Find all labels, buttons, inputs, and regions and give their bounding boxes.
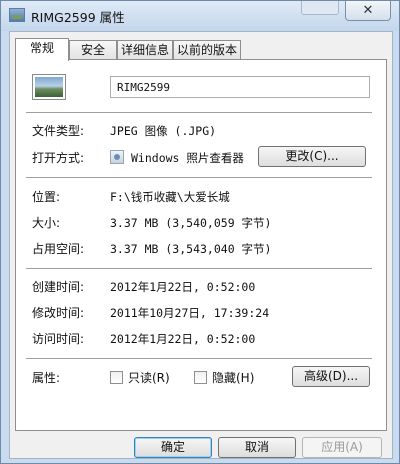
modified-value: 2011年10月27日, 17:39:24 bbox=[110, 306, 270, 320]
minimize-button[interactable] bbox=[301, 1, 339, 15]
accessed-label: 访问时间: bbox=[32, 332, 85, 346]
size-value: 3.37 MB (3,540,059 字节) bbox=[110, 216, 272, 230]
file-thumbnail-icon bbox=[32, 74, 66, 100]
location-value: F:\钱币收藏\大爱长城 bbox=[110, 190, 230, 204]
close-icon: ✕ bbox=[362, 3, 374, 18]
size-on-disk-label: 占用空间: bbox=[32, 242, 85, 256]
attributes-label: 属性: bbox=[32, 371, 61, 385]
divider bbox=[26, 358, 372, 359]
tab-previous-versions[interactable]: 以前的版本 bbox=[173, 40, 241, 60]
size-on-disk-value: 3.37 MB (3,543,040 字节) bbox=[110, 242, 272, 256]
dialog-body: 常规 安全 详细信息 以前的版本 文件类型: JPEG 图像 (.JPG) 打开… bbox=[9, 31, 393, 459]
created-value: 2012年1月22日, 0:52:00 bbox=[110, 280, 256, 294]
created-label: 创建时间: bbox=[32, 280, 85, 294]
general-panel: 文件类型: JPEG 图像 (.JPG) 打开方式: Windows 照片查看器… bbox=[15, 59, 387, 431]
tab-security[interactable]: 安全 bbox=[69, 40, 117, 60]
size-label: 大小: bbox=[32, 216, 61, 230]
readonly-checkbox[interactable] bbox=[110, 371, 123, 384]
ok-button[interactable]: 确定 bbox=[134, 437, 212, 458]
image-file-icon bbox=[9, 8, 25, 22]
cancel-button[interactable]: 取消 bbox=[218, 437, 296, 458]
tab-general[interactable]: 常规 bbox=[15, 38, 69, 61]
readonly-label[interactable]: 只读(R) bbox=[128, 369, 170, 386]
divider bbox=[26, 268, 372, 269]
location-label: 位置: bbox=[32, 190, 61, 204]
file-type-value: JPEG 图像 (.JPG) bbox=[110, 124, 217, 138]
divider bbox=[26, 112, 372, 113]
photo-viewer-icon bbox=[110, 150, 124, 164]
properties-window: RIMG2599 属性 ✕ 常规 安全 详细信息 以前的版本 文件类型: JPE… bbox=[0, 0, 400, 464]
hidden-label[interactable]: 隐藏(H) bbox=[212, 369, 254, 386]
title-bar[interactable]: RIMG2599 属性 ✕ bbox=[1, 1, 399, 31]
change-button[interactable]: 更改(C)... bbox=[258, 146, 366, 167]
close-button[interactable]: ✕ bbox=[345, 1, 391, 21]
window-title: RIMG2599 属性 bbox=[31, 10, 125, 25]
apply-button[interactable]: 应用(A) bbox=[302, 437, 382, 458]
tab-details[interactable]: 详细信息 bbox=[117, 40, 173, 60]
modified-label: 修改时间: bbox=[32, 306, 85, 320]
file-type-label: 文件类型: bbox=[32, 124, 85, 138]
file-name-input[interactable] bbox=[110, 76, 370, 98]
opens-with-value: Windows 照片查看器 bbox=[131, 151, 244, 165]
accessed-value: 2012年1月22日, 0:52:00 bbox=[110, 332, 256, 346]
opens-with-label: 打开方式: bbox=[32, 151, 85, 165]
advanced-button[interactable]: 高级(D)... bbox=[292, 366, 370, 387]
divider bbox=[26, 177, 372, 178]
hidden-checkbox[interactable] bbox=[194, 371, 207, 384]
